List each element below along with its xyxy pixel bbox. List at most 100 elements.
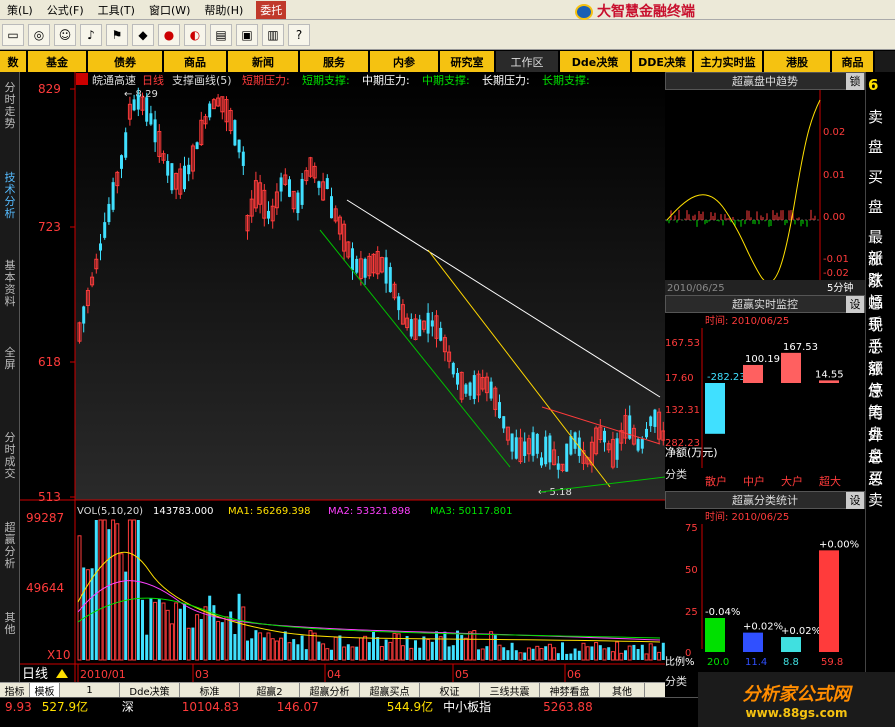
- people-icon[interactable]: ☺: [54, 23, 76, 46]
- btab-sanxian[interactable]: 三线共震: [480, 683, 540, 698]
- volume-bar: [627, 645, 632, 661]
- nav-bond[interactable]: 债券: [88, 51, 164, 72]
- btab-other[interactable]: 其他: [600, 683, 645, 698]
- nav-hk[interactable]: 港股: [764, 51, 832, 72]
- btab-dde[interactable]: Dde决策: [120, 683, 180, 698]
- status-v7[interactable]: 中小板指: [438, 698, 538, 715]
- volume-bars: VOL(5,10,20) 143783.000 MA1: 56269.398 MA2:…: [22, 506, 665, 682]
- menu-window[interactable]: 窗口(W): [142, 2, 197, 18]
- nav-commodity2[interactable]: 商品: [832, 51, 875, 72]
- volume-bar: [477, 649, 480, 660]
- weituo-button[interactable]: 委托: [256, 0, 287, 19]
- volume-bar: [418, 647, 422, 660]
- volume-bar: [409, 647, 414, 661]
- candle-body: [166, 160, 170, 176]
- quote-label-16: 总卖: [868, 470, 884, 509]
- candle-body: [653, 409, 657, 427]
- tab-technical[interactable]: 技术分析: [2, 172, 18, 220]
- nav-research[interactable]: 研究室: [440, 51, 496, 72]
- help-cursor-icon[interactable]: ?: [288, 23, 310, 46]
- volume-bar: [388, 641, 393, 661]
- btab-indicator[interactable]: 指标: [0, 683, 30, 698]
- volume-bar: [141, 599, 144, 660]
- candle-body: [540, 457, 543, 466]
- candle-body: [170, 163, 174, 191]
- tab-fenshi[interactable]: 分时走势: [2, 82, 18, 130]
- volume-bar: [330, 649, 333, 660]
- volume-bar: [468, 631, 473, 661]
- volume-bar: [372, 632, 375, 660]
- nav-main-monitor[interactable]: 主力实时监: [694, 51, 764, 72]
- nav-service[interactable]: 服务: [300, 51, 370, 72]
- candle-body: [468, 382, 472, 396]
- price-tick-0: 829: [38, 82, 61, 96]
- diamond-icon[interactable]: ◆: [132, 23, 154, 46]
- window-close-icon[interactable]: [76, 73, 88, 85]
- trade-icon[interactable]: ◐: [184, 23, 206, 46]
- volume-bar: [325, 648, 330, 661]
- candle-body: [409, 319, 413, 337]
- bell-icon[interactable]: ♪: [80, 23, 102, 46]
- glasses-icon[interactable]: ▭: [2, 23, 24, 46]
- btab-template[interactable]: 模板: [30, 683, 60, 698]
- tab-trades[interactable]: 分时成交: [2, 432, 18, 480]
- volume-bar: [266, 632, 271, 661]
- nav-workspace[interactable]: 工作区: [496, 51, 560, 72]
- settings-button-2[interactable]: 设: [846, 296, 864, 313]
- volume-bar: [405, 636, 409, 660]
- menu-formula[interactable]: 公式(F): [40, 2, 91, 18]
- tab-fullscreen[interactable]: 全屏: [2, 347, 18, 371]
- btab-chaoying-buy[interactable]: 超赢买点: [360, 683, 420, 698]
- period-tag[interactable]: 日线: [22, 667, 48, 682]
- volume-bar: [342, 646, 347, 661]
- p3-val-0: 20.0: [707, 657, 729, 668]
- btab-chaoying2[interactable]: 超赢2: [240, 683, 300, 698]
- status-v3[interactable]: 深: [117, 698, 177, 715]
- tab-fundamental[interactable]: 基本资料: [2, 260, 18, 308]
- btab-warrant[interactable]: 权证: [420, 683, 480, 698]
- menu-tools[interactable]: 工具(T): [91, 2, 142, 18]
- flag-icon[interactable]: ⚑: [106, 23, 128, 46]
- status-v5: 146.07: [276, 699, 319, 714]
- btab-chaoying-analysis[interactable]: 超赢分析: [300, 683, 360, 698]
- volume-bar: [435, 631, 438, 660]
- menu-strategy[interactable]: 策(L): [0, 2, 40, 18]
- red-circle-icon[interactable]: ●: [158, 23, 180, 46]
- bottom-tabs: 指标 模板 1 Dde决策 标准 超赢2 超赢分析 超赢买点 权证 三线共震 神…: [0, 682, 665, 698]
- doc-icon[interactable]: ▤: [210, 23, 232, 46]
- btab-standard[interactable]: 标准: [180, 683, 240, 698]
- tab-other[interactable]: 其他: [2, 612, 18, 636]
- nav-news[interactable]: 新闻: [228, 51, 300, 72]
- volume-bar: [648, 643, 653, 661]
- volume-bar: [539, 648, 544, 661]
- volume-bar: [502, 647, 506, 660]
- volume-bar: [544, 646, 548, 660]
- vol-ma2: MA2: 53321.898: [328, 506, 410, 517]
- window-icon[interactable]: ▣: [236, 23, 258, 46]
- binoculars-icon[interactable]: ◎: [28, 23, 50, 46]
- kline-chart[interactable]: 皖通高速 日线 支撑画线(5) 短期压力: 短期支撑: 中期压力: 中期支撑: 长期压力: 长期…: [20, 72, 665, 682]
- nav-commodity[interactable]: 商品: [164, 51, 228, 72]
- tab-chaoying[interactable]: 超赢分析: [2, 522, 18, 570]
- quote-label-0: 6: [868, 76, 879, 94]
- candle-body: [145, 97, 149, 122]
- volume-bar: [186, 627, 191, 661]
- lock-button[interactable]: 锁: [846, 73, 864, 90]
- nav-fund[interactable]: 基金: [28, 51, 88, 72]
- btab-shenyi[interactable]: 神棼看盘: [540, 683, 600, 698]
- candle-body: [489, 381, 493, 399]
- menu-help[interactable]: 帮助(H): [197, 2, 250, 18]
- volume-bar: [619, 652, 624, 661]
- books-icon[interactable]: ▥: [262, 23, 284, 46]
- nav-neican[interactable]: 内参: [370, 51, 440, 72]
- date-label-1: 03: [195, 668, 209, 681]
- nav-dde2[interactable]: DDE决策: [632, 51, 694, 72]
- settings-button-3[interactable]: 设: [846, 492, 864, 509]
- candle-body: [267, 210, 270, 219]
- volume-bar: [636, 649, 640, 660]
- volume-bar: [624, 650, 627, 660]
- realtime-monitor-chart: 时间: 2010/06/25167.5317.60132.31282.23-28…: [665, 313, 865, 491]
- nav-dde1[interactable]: Dde决策: [560, 51, 632, 72]
- nav-shu[interactable]: 数: [0, 51, 28, 72]
- btab-1[interactable]: 1: [60, 683, 120, 697]
